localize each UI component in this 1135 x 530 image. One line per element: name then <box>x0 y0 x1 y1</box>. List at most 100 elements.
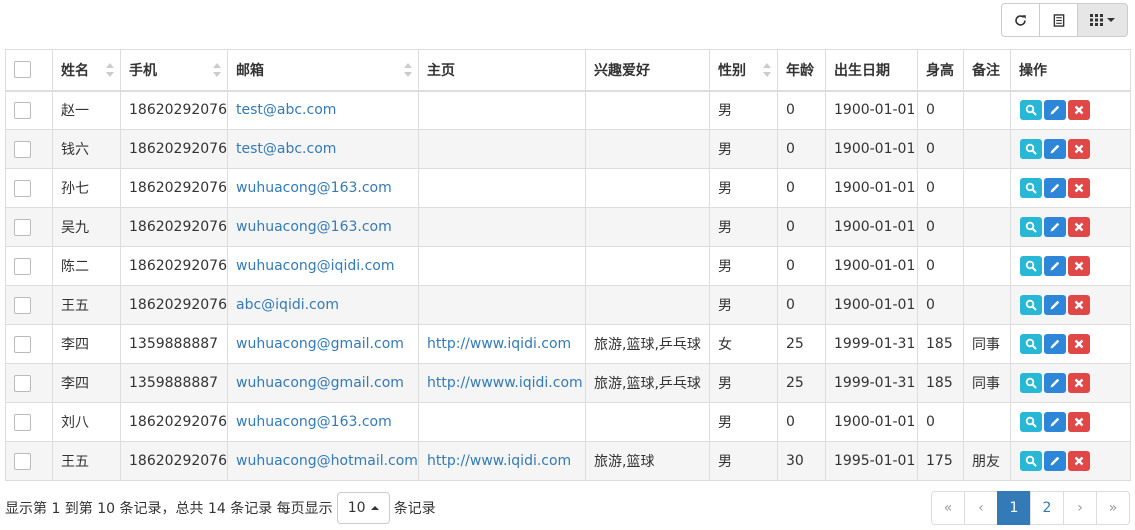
select-all-cell[interactable] <box>5 49 53 92</box>
edit-button[interactable] <box>1044 412 1066 432</box>
table-row[interactable]: 王五 18620292076 wuhuacong@hotmail.com http:/… <box>5 441 1131 481</box>
view-button[interactable] <box>1020 451 1042 471</box>
email-link[interactable]: wuhuacong@hotmail.com <box>236 453 418 469</box>
page-1-button[interactable]: 1 <box>997 491 1031 525</box>
row-select-cell[interactable] <box>5 324 53 364</box>
page-2-button[interactable]: 2 <box>1030 491 1064 525</box>
table-row[interactable]: 王五 18620292076 abc@iqidi.com 男 0 1900-01-01 0 <box>5 285 1131 325</box>
header-age: 年龄 <box>777 49 826 92</box>
homepage-link[interactable]: http://www.iqidi.com <box>427 336 571 352</box>
email-link[interactable]: test@abc.com <box>236 141 336 157</box>
row-select-cell[interactable] <box>5 402 53 442</box>
email-link[interactable]: test@abc.com <box>236 102 336 118</box>
homepage-link[interactable]: http://www.iqidi.com <box>427 453 571 469</box>
delete-button[interactable] <box>1068 373 1090 393</box>
page-last-button[interactable]: » <box>1096 491 1130 525</box>
table-row[interactable]: 李四 1359888887 wuhuacong@gmail.com http://ww… <box>5 324 1131 364</box>
select-all-checkbox[interactable] <box>14 61 31 79</box>
email-link[interactable]: wuhuacong@gmail.com <box>236 336 404 352</box>
email-link[interactable]: wuhuacong@163.com <box>236 219 392 235</box>
row-select-cell[interactable] <box>5 285 53 325</box>
header-name[interactable]: 姓名 <box>52 49 121 92</box>
row-checkbox[interactable] <box>14 140 31 158</box>
header-gender[interactable]: 性别 <box>709 49 778 92</box>
row-select-cell[interactable] <box>5 90 53 130</box>
email-link[interactable]: wuhuacong@163.com <box>236 414 392 430</box>
row-select-cell[interactable] <box>5 207 53 247</box>
row-checkbox[interactable] <box>14 101 31 119</box>
table-row[interactable]: 赵一 18620292076 test@abc.com 男 0 1900-01-01 0 <box>5 90 1131 130</box>
row-checkbox[interactable] <box>14 218 31 236</box>
delete-button[interactable] <box>1068 295 1090 315</box>
edit-button[interactable] <box>1044 373 1066 393</box>
cell-note: 同事 <box>963 363 1011 403</box>
edit-button[interactable] <box>1044 139 1066 159</box>
cell-height: 0 <box>917 90 964 130</box>
edit-button[interactable] <box>1044 100 1066 121</box>
table-row[interactable]: 孙七 18620292076 wuhuacong@163.com 男 0 1900-01-… <box>5 168 1131 208</box>
delete-button[interactable] <box>1068 451 1090 471</box>
view-button[interactable] <box>1020 139 1042 159</box>
row-select-cell[interactable] <box>5 441 53 481</box>
page-next-button[interactable]: › <box>1063 491 1097 525</box>
table-row[interactable]: 吴九 18620292076 wuhuacong@163.com 男 0 1900-01-… <box>5 207 1131 247</box>
cell-height: 0 <box>917 246 964 286</box>
row-checkbox[interactable] <box>14 413 31 431</box>
cell-homepage <box>418 402 586 442</box>
email-link[interactable]: wuhuacong@gmail.com <box>236 375 404 391</box>
row-checkbox[interactable] <box>14 257 31 275</box>
row-select-cell[interactable] <box>5 168 53 208</box>
view-button[interactable] <box>1020 295 1042 315</box>
cell-birth: 1900-01-01 <box>825 402 918 442</box>
view-button[interactable] <box>1020 178 1042 198</box>
edit-button[interactable] <box>1044 217 1066 237</box>
header-phone[interactable]: 手机 <box>120 49 228 92</box>
row-checkbox[interactable] <box>14 374 31 392</box>
view-button[interactable] <box>1020 100 1042 121</box>
table-row[interactable]: 钱六 18620292076 test@abc.com 男 0 1900-01-01 0 <box>5 129 1131 169</box>
row-checkbox[interactable] <box>14 179 31 197</box>
email-link[interactable]: abc@iqidi.com <box>236 297 339 313</box>
delete-button[interactable] <box>1068 256 1090 276</box>
search-icon <box>1025 455 1037 467</box>
header-email[interactable]: 邮箱 <box>227 49 419 92</box>
edit-button[interactable] <box>1044 334 1066 354</box>
row-select-cell[interactable] <box>5 363 53 403</box>
view-button[interactable] <box>1020 334 1042 354</box>
refresh-button[interactable] <box>1001 3 1040 37</box>
delete-button[interactable] <box>1068 217 1090 237</box>
page-size-dropdown[interactable]: 10 <box>336 492 390 524</box>
refresh-icon <box>1015 14 1026 26</box>
toggle-view-button[interactable] <box>1039 3 1078 37</box>
delete-button[interactable] <box>1068 412 1090 432</box>
delete-button[interactable] <box>1068 334 1090 354</box>
edit-button[interactable] <box>1044 295 1066 315</box>
view-button[interactable] <box>1020 256 1042 276</box>
search-icon <box>1025 299 1037 311</box>
email-link[interactable]: wuhuacong@163.com <box>236 180 392 196</box>
edit-button[interactable] <box>1044 178 1066 198</box>
columns-dropdown-button[interactable] <box>1077 3 1128 37</box>
delete-button[interactable] <box>1068 139 1090 159</box>
row-checkbox[interactable] <box>14 296 31 314</box>
email-link[interactable]: wuhuacong@iqidi.com <box>236 258 394 274</box>
view-button[interactable] <box>1020 217 1042 237</box>
table-row[interactable]: 陈二 18620292076 wuhuacong@iqidi.com 男 0 1900-0… <box>5 246 1131 286</box>
edit-button[interactable] <box>1044 256 1066 276</box>
row-select-cell[interactable] <box>5 246 53 286</box>
table-row[interactable]: 刘八 18620292076 wuhuacong@163.com 男 0 1900-01-… <box>5 402 1131 442</box>
table-row[interactable]: 李四 1359888887 wuhuacong@gmail.com http://ww… <box>5 363 1131 403</box>
homepage-link[interactable]: http://wwww.iqidi.com <box>427 375 583 391</box>
page-prev-button[interactable]: ‹ <box>964 491 998 525</box>
row-select-cell[interactable] <box>5 129 53 169</box>
edit-button[interactable] <box>1044 451 1066 471</box>
search-icon <box>1025 182 1037 194</box>
row-checkbox[interactable] <box>14 335 31 353</box>
delete-button[interactable] <box>1068 100 1090 121</box>
view-button[interactable] <box>1020 373 1042 393</box>
row-checkbox[interactable] <box>14 452 31 470</box>
view-button[interactable] <box>1020 412 1042 432</box>
delete-button[interactable] <box>1068 178 1090 198</box>
pencil-icon <box>1050 300 1060 310</box>
page-first-button[interactable]: « <box>931 491 965 525</box>
